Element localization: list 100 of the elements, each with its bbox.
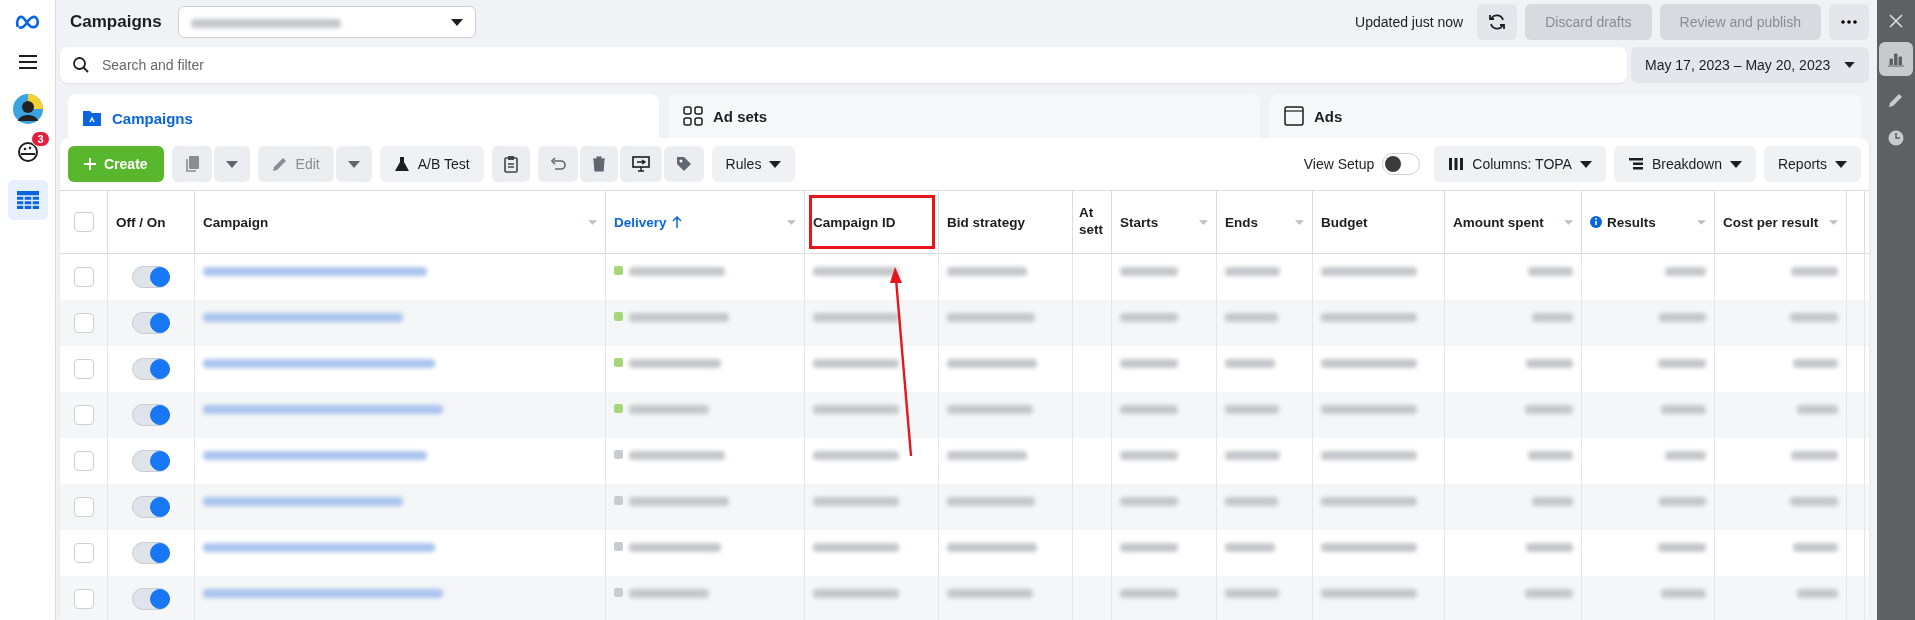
pencil-icon[interactable] [1888,92,1904,108]
row-checkbox[interactable] [73,313,94,333]
close-icon[interactable] [1889,14,1903,28]
row-checkbox[interactable] [73,589,94,609]
more-button[interactable] [1829,4,1869,40]
dropdown-button[interactable] [335,146,372,182]
columns-button[interactable]: Columns: TOPA [1434,146,1606,182]
blurred-date [1225,451,1280,460]
blurred-date [1225,359,1275,368]
breakdown-icon [1627,157,1644,171]
campaign-toggle[interactable] [132,588,170,610]
caret-icon [1844,62,1855,68]
column-header[interactable]: Amount spent [1445,191,1582,253]
column-header[interactable]: Campaign ID [805,191,939,253]
search-icon [72,56,90,74]
blurred-number [1659,313,1706,322]
blurred-number [1525,405,1573,414]
caret-icon [450,18,463,26]
campaign-toggle[interactable] [132,404,170,426]
column-header[interactable]: Cost per result [1715,191,1847,253]
blurred-date [1225,313,1278,322]
chart-icon[interactable] [1879,42,1913,76]
blurred-date [1225,405,1279,414]
campaign-toggle[interactable] [132,358,170,380]
table-icon[interactable] [7,180,48,220]
delete-button[interactable] [579,146,618,182]
refresh-icon [1488,13,1507,31]
caret-icon [769,160,782,168]
blurred-number [1790,313,1838,322]
meta-logo-icon[interactable] [14,14,41,30]
view-setup-toggle[interactable] [1382,153,1421,175]
campaign-toggle[interactable] [132,266,170,288]
row-checkbox[interactable] [73,543,94,563]
campaign-toggle[interactable] [132,496,170,518]
duplicate-button[interactable] [171,146,212,182]
campaign-toggle[interactable] [132,450,170,472]
column-header[interactable]: Off / On [108,191,195,253]
blurred-number [1527,451,1573,460]
blurred-number [1796,589,1838,598]
avatar-icon[interactable] [12,94,43,124]
blurred-number [1658,543,1706,552]
column-header[interactable]: Starts [1112,191,1217,253]
blurred-date [1120,451,1178,460]
clipboard-icon [503,155,518,173]
tag-icon [675,156,692,172]
tag-button[interactable] [663,146,704,182]
blurred-number [1525,589,1573,598]
blurred-number [1796,405,1838,414]
breakdown-button[interactable]: Breakdown [1613,146,1756,182]
blurred-date [1120,543,1178,552]
blurred-number [1531,313,1573,322]
column-header[interactable]: Budget [1313,191,1445,253]
undo-button[interactable] [537,146,578,182]
reports-button[interactable]: Reports [1763,146,1861,182]
caret-icon [1835,160,1847,168]
more-icon [1841,20,1857,24]
clock-icon[interactable] [1888,130,1904,146]
blurred-number [1790,497,1838,506]
tab[interactable]: Ads [1270,94,1861,138]
caret-icon [347,160,360,168]
column-header[interactable]: Bid strategy [939,191,1073,253]
ab-test-button[interactable]: A/B Test [379,146,484,182]
blurred-date [1225,589,1279,598]
caret-icon [1729,160,1742,168]
search-field[interactable]: Search and filter [60,47,1627,83]
clipboard-button[interactable] [491,146,530,182]
row-checkbox[interactable] [73,451,94,471]
gauge-icon[interactable] [15,140,40,164]
notification-badge: 3 [31,131,50,147]
menu-icon[interactable] [17,54,38,70]
column-header[interactable]: Delivery [606,191,805,253]
blurred-number [1660,405,1706,414]
blurred-number [1658,359,1706,368]
blurred-number [1660,589,1706,598]
pencil-icon [271,156,288,172]
date-range-button[interactable]: May 17, 2023 – May 20, 2023 [1631,47,1869,83]
row-checkbox[interactable] [73,359,94,379]
flask-icon [393,156,410,172]
row-checkbox[interactable] [73,267,94,287]
rules-button[interactable]: Rules [711,146,796,182]
dropdown-button[interactable] [213,146,250,182]
blurred-date [1120,405,1178,414]
campaign-toggle[interactable] [132,312,170,334]
column-header[interactable]: At sett [1073,191,1112,253]
tab[interactable]: Ad sets [669,94,1260,138]
folder-icon [82,109,102,127]
info-icon [1590,216,1602,228]
campaign-toggle[interactable] [132,542,170,564]
refresh-button[interactable] [1477,4,1518,40]
preview-button[interactable] [619,146,662,182]
select-all-checkbox[interactable] [73,212,94,232]
column-header[interactable]: Ends [1217,191,1313,253]
column-header[interactable]: Results [1582,191,1715,253]
plus-icon [84,158,96,170]
blurred-number [1792,359,1838,368]
row-checkbox[interactable] [73,497,94,517]
column-header[interactable]: Campaign [195,191,606,253]
grid-icon [683,106,703,126]
copy-icon [183,155,200,173]
row-checkbox[interactable] [73,405,94,425]
